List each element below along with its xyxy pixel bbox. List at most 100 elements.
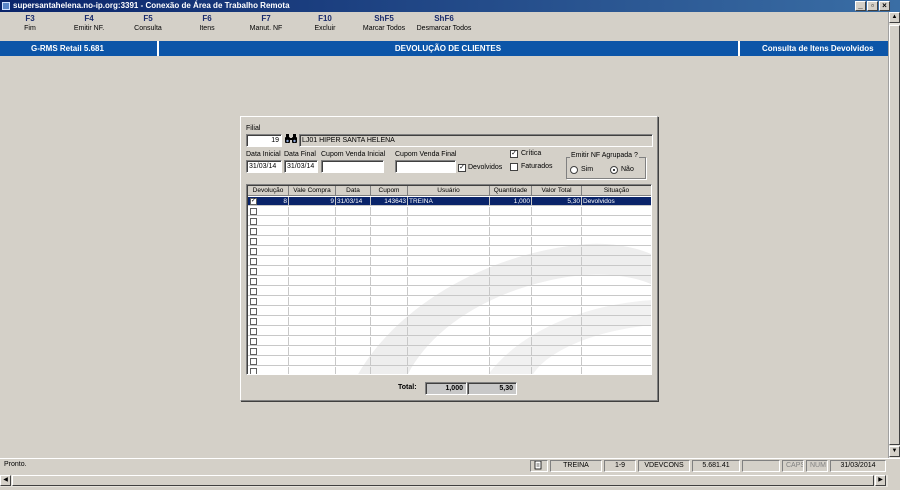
table-row[interactable]	[248, 217, 651, 226]
row-checkbox[interactable]	[250, 248, 257, 255]
grid-cell	[289, 337, 336, 346]
vertical-scrollbar[interactable]: ▲ ▼	[888, 12, 900, 458]
fkey-f10-excluir[interactable]: F10 Excluir	[295, 14, 355, 32]
table-row[interactable]	[248, 327, 651, 336]
table-row[interactable]	[248, 347, 651, 356]
row-checkbox[interactable]	[250, 208, 257, 215]
scroll-left-icon[interactable]: ◀	[0, 475, 11, 486]
table-row[interactable]: ✓ 8 9 31/03/14 143643 TREINA 1,000 5,30 …	[248, 197, 651, 206]
close-button[interactable]: ×	[879, 1, 890, 11]
col-situacao[interactable]: Situação	[582, 186, 651, 196]
col-devolucao[interactable]: Devolução	[248, 186, 289, 196]
minimize-button[interactable]: _	[855, 1, 866, 11]
binoculars-icon[interactable]	[284, 134, 297, 146]
row-checkbox[interactable]	[250, 358, 257, 365]
row-checkbox[interactable]	[250, 348, 257, 355]
table-row[interactable]	[248, 267, 651, 276]
fkey-f7-manut-nf[interactable]: F7 Manut. NF	[236, 14, 296, 32]
row-checkbox[interactable]	[250, 228, 257, 235]
status-message: Pronto.	[4, 461, 27, 468]
fkey-shf6-desmarcar-todos[interactable]: ShF6 Desmarcar Todos	[414, 14, 474, 32]
header-divider	[738, 41, 740, 56]
table-row[interactable]	[248, 297, 651, 306]
data-final-input[interactable]: 31/03/14	[284, 160, 318, 173]
cupom-inicial-input[interactable]	[321, 160, 384, 173]
scroll-up-icon[interactable]: ▲	[889, 12, 900, 23]
table-row[interactable]	[248, 227, 651, 236]
col-cupom[interactable]: Cupom	[371, 186, 408, 196]
rdp-icon	[2, 2, 10, 10]
table-row[interactable]	[248, 247, 651, 256]
items-grid[interactable]: Devolução Vale Compra Data Cupom Usuário…	[246, 184, 652, 375]
filial-code-input[interactable]: 19	[246, 134, 282, 147]
cell-situacao: Devolvidos	[583, 198, 615, 205]
cell-vale-compra: 9	[289, 197, 336, 206]
col-data[interactable]: Data	[336, 186, 371, 196]
table-row[interactable]	[248, 237, 651, 246]
row-checkbox[interactable]	[250, 338, 257, 345]
grid-cell	[371, 237, 408, 246]
col-usuario[interactable]: Usuário	[408, 186, 490, 196]
grid-cell	[582, 287, 651, 296]
devolvidos-checkbox[interactable]: ✓	[458, 164, 466, 172]
table-row[interactable]	[248, 307, 651, 316]
fkey-f5-consulta[interactable]: F5 Consulta	[118, 14, 178, 32]
horizontal-scroll-thumb[interactable]	[12, 475, 874, 486]
cell-valor-total: 5,30	[532, 197, 582, 206]
table-row[interactable]	[248, 367, 651, 374]
row-checkbox[interactable]	[250, 318, 257, 325]
table-row[interactable]	[248, 207, 651, 216]
cupom-final-input[interactable]	[395, 160, 456, 173]
faturados-checkbox[interactable]	[510, 163, 518, 171]
grid-cell	[490, 207, 532, 216]
row-checkbox[interactable]	[250, 368, 257, 374]
table-row[interactable]	[248, 337, 651, 346]
status-num: NUM	[806, 460, 828, 472]
grid-cell	[490, 227, 532, 236]
status-bar: Pronto. TREINA 1-9 VDEVCONS 5.681.41 CAP…	[0, 458, 900, 472]
grid-cell	[336, 277, 371, 286]
row-checkbox[interactable]	[250, 218, 257, 225]
grid-cell	[408, 307, 490, 316]
horizontal-scrollbar[interactable]: ◀ ▶	[0, 475, 888, 487]
row-checkbox[interactable]	[250, 238, 257, 245]
grid-cell	[532, 257, 582, 266]
fkey-f4-emitir-nf[interactable]: F4 Emitir NF.	[59, 14, 119, 32]
table-row[interactable]	[248, 257, 651, 266]
restore-button[interactable]: ▫	[867, 1, 878, 11]
filial-name-field: LJ01 HIPER SANTA HELENA	[299, 134, 653, 147]
table-row[interactable]	[248, 277, 651, 286]
grid-cell	[408, 297, 490, 306]
table-row[interactable]	[248, 357, 651, 366]
row-checkbox[interactable]	[250, 268, 257, 275]
grid-cell	[532, 337, 582, 346]
scroll-down-icon[interactable]: ▼	[889, 446, 900, 457]
row-checkbox[interactable]	[250, 308, 257, 315]
data-inicial-input[interactable]: 31/03/14	[246, 160, 282, 173]
grid-cell	[408, 347, 490, 356]
fkey-f3-fim[interactable]: F3 Fim	[0, 14, 60, 32]
table-row[interactable]	[248, 287, 651, 296]
grid-cell	[582, 217, 651, 226]
row-checkbox[interactable]	[250, 328, 257, 335]
fkey-shf5-marcar-todos[interactable]: ShF5 Marcar Todos	[354, 14, 414, 32]
fkey-f6-itens[interactable]: F6 Itens	[177, 14, 237, 32]
vertical-scroll-thumb[interactable]	[889, 25, 900, 445]
table-row[interactable]	[248, 317, 651, 326]
grid-cell	[336, 367, 371, 374]
grid-cell	[289, 347, 336, 356]
scroll-right-icon[interactable]: ▶	[875, 475, 886, 486]
row-checkbox[interactable]	[250, 278, 257, 285]
row-checkbox[interactable]	[250, 288, 257, 295]
critica-checkbox[interactable]: ✓	[510, 150, 518, 158]
radio-nao[interactable]	[610, 166, 618, 174]
row-checkbox[interactable]	[250, 298, 257, 305]
faturados-label: Faturados	[521, 163, 553, 170]
col-vale-compra[interactable]: Vale Compra	[289, 186, 336, 196]
row-checkbox[interactable]	[250, 258, 257, 265]
col-valor-total[interactable]: Valor Total	[532, 186, 582, 196]
col-quantidade[interactable]: Quantidade	[490, 186, 532, 196]
radio-sim[interactable]	[570, 166, 578, 174]
grid-cell	[371, 217, 408, 226]
grid-cell	[532, 227, 582, 236]
